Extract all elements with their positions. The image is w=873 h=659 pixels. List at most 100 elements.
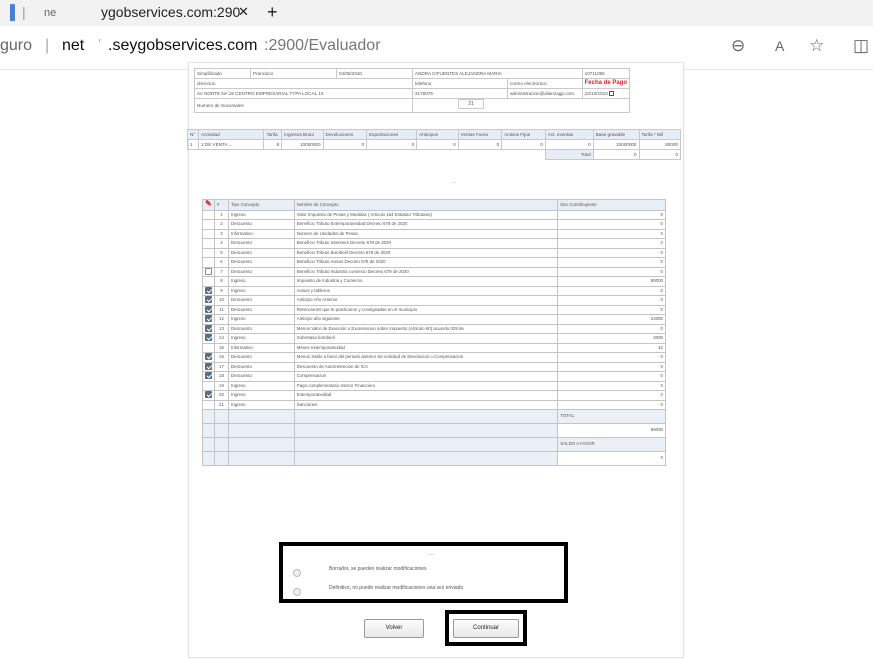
zoom-icon[interactable]: ⊖ xyxy=(731,36,745,56)
activity-returns[interactable]: 0 xyxy=(322,139,368,150)
activity-outside[interactable]: 0 xyxy=(457,139,503,150)
tab-active[interactable]: ygobservices.com:290 xyxy=(101,4,240,26)
concept-value[interactable]: 0 xyxy=(557,399,666,410)
activity-gross[interactable]: 10000000 xyxy=(281,139,324,150)
concept-checkbox[interactable] xyxy=(205,391,212,399)
continue-button[interactable]: Continuar xyxy=(453,619,519,638)
concept-checkbox[interactable] xyxy=(205,353,212,361)
browser-tab-bar: ▌ | ne ygobservices.com:290 ✕ + xyxy=(0,0,873,26)
concept-checkbox[interactable] xyxy=(205,372,212,380)
tab-close-icon[interactable]: ✕ xyxy=(238,4,249,26)
concept-name: Meses extemporaneidad xyxy=(293,342,559,353)
radio-final-label[interactable]: Definitivo, no puede realizar modificaci… xyxy=(329,585,463,591)
concepts-total-blank xyxy=(227,423,295,438)
new-tab-button[interactable]: + xyxy=(267,2,278,24)
security-label[interactable]: guro xyxy=(0,37,32,55)
concept-type: Descuento xyxy=(227,361,295,372)
concept-checkbox[interactable] xyxy=(205,315,212,323)
concept-checkbox[interactable] xyxy=(205,286,212,294)
chevron-down-icon[interactable]: ⌄ xyxy=(229,142,233,147)
activity-select[interactable]: 2 DE VENTA ⌄ xyxy=(198,139,265,150)
concept-type: Descuento xyxy=(227,371,295,382)
radio-final-circle[interactable] xyxy=(293,587,301,596)
radio-draft-label[interactable]: Borrador, se pueden realizar modificacio… xyxy=(329,566,427,572)
activity-col-rate-mil: Tarifa * Mil xyxy=(638,129,681,140)
address-host[interactable]: .seygobservices.com xyxy=(108,37,257,55)
edit-pencil-icon[interactable]: ✎ xyxy=(202,199,215,211)
taxpayer-info-table: Simplificado Prancisco 04/05/2010 ANDRA … xyxy=(194,68,631,113)
activity-exports[interactable]: 0 xyxy=(366,139,418,150)
concept-checkbox-cell[interactable] xyxy=(202,352,215,363)
concept-value[interactable]: 0 xyxy=(557,323,666,334)
concept-checkbox[interactable] xyxy=(205,267,212,275)
concept-checkbox-cell[interactable] xyxy=(202,285,215,296)
concept-checkbox-cell[interactable] xyxy=(202,295,215,306)
activity-exempt[interactable]: 0 xyxy=(544,139,594,150)
radio-draft[interactable] xyxy=(293,564,301,582)
concept-row: 8 Ingreso Impuesto de Industria y Comercio… xyxy=(202,276,666,287)
concept-name: Numero de Unidades de Pesas xyxy=(293,228,559,239)
activity-rate[interactable]: 8 xyxy=(263,139,283,150)
concept-checkbox[interactable] xyxy=(205,334,212,342)
concept-value[interactable]: 0 xyxy=(557,371,666,382)
concepts-balance-label-row: SALDO A FAVOR xyxy=(202,437,666,452)
branches-input[interactable]: 21 xyxy=(458,99,484,109)
radio-final[interactable] xyxy=(293,583,301,601)
activity-col-exempt: Act. exentas xyxy=(544,129,594,140)
concept-value[interactable]: 0 xyxy=(557,361,666,372)
concept-checkbox-cell[interactable] xyxy=(202,333,215,344)
concept-name: Anticipo año siguiente xyxy=(293,314,559,325)
concept-checkbox-cell[interactable] xyxy=(202,266,215,277)
concepts-col-number: # xyxy=(214,199,229,211)
concept-value[interactable]: 0 xyxy=(557,209,666,220)
calendar-icon[interactable] xyxy=(608,91,614,97)
concept-value[interactable]: 0 xyxy=(557,304,666,315)
radio-draft-circle[interactable] xyxy=(293,568,301,577)
concept-checkbox[interactable] xyxy=(205,305,212,313)
concept-value[interactable]: 2000 xyxy=(557,333,666,344)
concept-value[interactable]: 0 xyxy=(557,285,666,296)
concept-name: Valor Impuesto de Pesas y Medidas ( Arti… xyxy=(293,209,559,220)
concept-value[interactable]: 80000 xyxy=(557,276,666,287)
concept-checkbox-cell[interactable] xyxy=(202,323,215,334)
concept-value[interactable]: 0 xyxy=(557,380,666,391)
read-aloud-icon[interactable]: A xyxy=(775,38,784,54)
concept-number: 16 xyxy=(214,352,229,363)
concept-value[interactable]: 0 xyxy=(557,352,666,363)
concept-value[interactable]: 0 xyxy=(557,228,666,239)
address-path[interactable]: :2900/Evaluador xyxy=(264,37,381,55)
concept-number: 4 xyxy=(214,238,229,249)
split-screen-icon[interactable]: ◫ xyxy=(853,36,869,56)
back-button[interactable]: Volver xyxy=(364,619,424,638)
concept-value[interactable]: 0 xyxy=(557,257,666,268)
concept-checkbox-cell xyxy=(202,228,215,239)
concepts-col-value: Dec.Contribuyente xyxy=(557,199,666,211)
concept-checkbox-cell[interactable] xyxy=(202,361,215,372)
concept-value[interactable]: 0 xyxy=(557,266,666,277)
concept-value[interactable]: 0 xyxy=(557,238,666,249)
concept-value[interactable]: 0 xyxy=(557,247,666,258)
concept-checkbox-cell[interactable] xyxy=(202,304,215,315)
concept-checkbox[interactable] xyxy=(205,362,212,370)
concept-value[interactable]: 24000 xyxy=(557,314,666,325)
concept-checkbox[interactable] xyxy=(205,296,212,304)
concept-checkbox-cell[interactable] xyxy=(202,314,215,325)
concept-checkbox-cell[interactable] xyxy=(202,390,215,401)
concept-value[interactable]: 0 xyxy=(557,295,666,306)
concepts-total-blank xyxy=(293,409,559,424)
concept-type: Descuento xyxy=(227,323,295,334)
activity-col-rate: Tarifa xyxy=(263,129,283,140)
concept-value[interactable]: 0 xyxy=(557,219,666,230)
activity-assets[interactable]: 0 xyxy=(501,139,546,150)
concept-number: 5 xyxy=(214,247,229,258)
concept-name: Avisos y tableros xyxy=(293,285,559,296)
payment-date-input[interactable]: 22/10/2023 xyxy=(581,88,631,99)
concept-value[interactable]: 42 xyxy=(557,342,666,353)
address-prefix[interactable]: net xyxy=(62,37,84,55)
concept-value[interactable]: 0 xyxy=(557,390,666,401)
owner-cell: ANDRA CIFUENTES ALEJANDRA MARIA xyxy=(412,68,583,79)
activity-advances[interactable]: 0 xyxy=(416,139,459,150)
concept-checkbox-cell[interactable] xyxy=(202,371,215,382)
concept-checkbox[interactable] xyxy=(205,324,212,332)
favorite-star-icon[interactable]: ☆ xyxy=(809,36,824,56)
